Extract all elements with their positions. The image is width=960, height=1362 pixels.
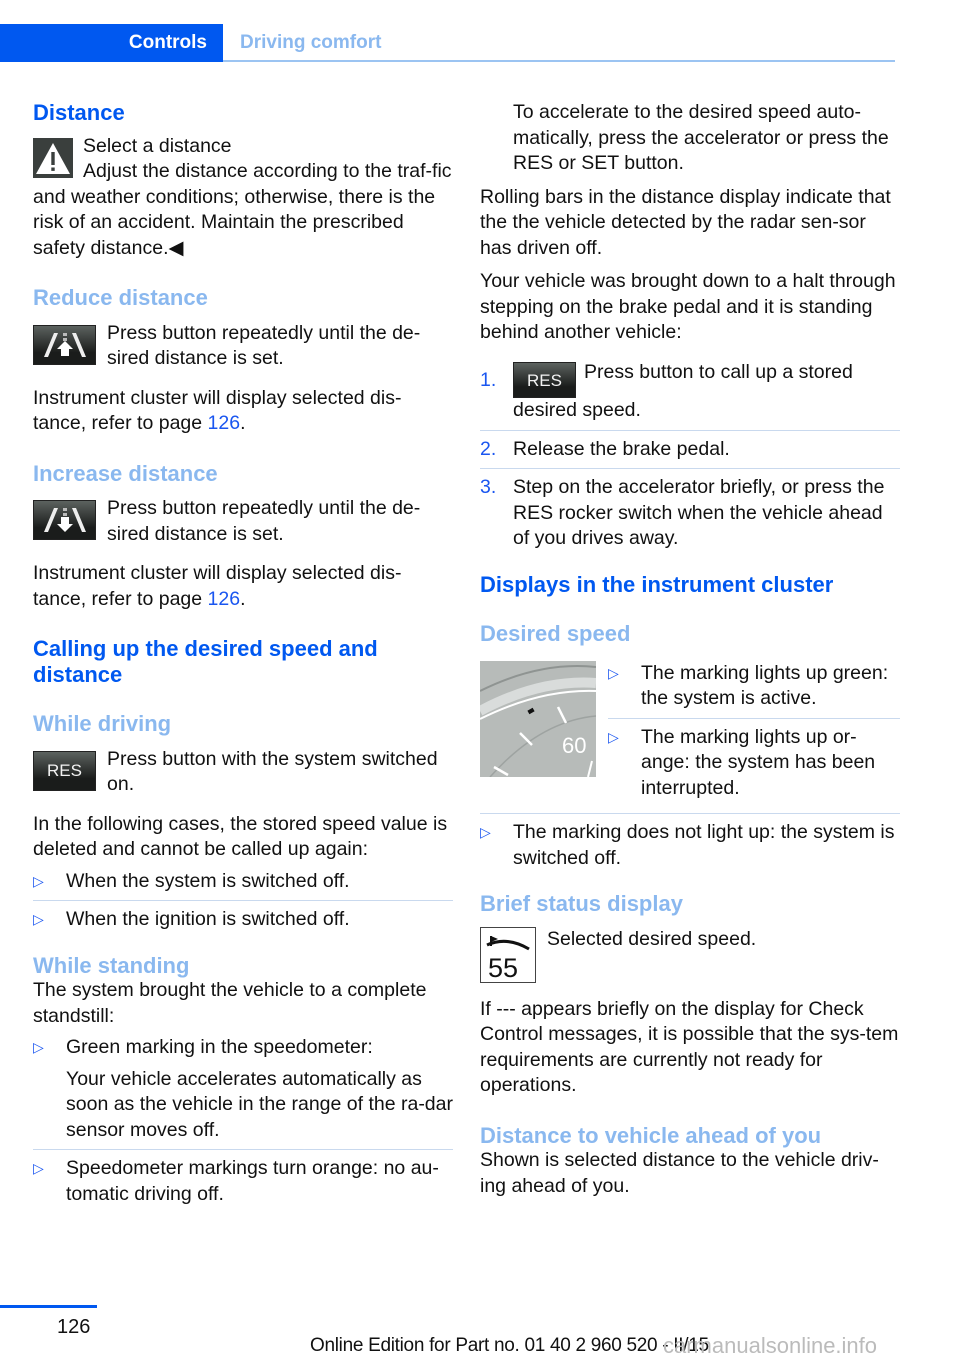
rolling-bars-text: Rolling bars in the distance display ind… — [480, 185, 891, 259]
step-item: 3. Step on the accelerator briefly, or pr… — [480, 468, 900, 552]
status-icon-value: 55 — [488, 953, 518, 982]
section-heading-calling-up: Calling up the desired speed and distanc… — [33, 636, 378, 687]
note-suffix: . — [240, 412, 246, 434]
triangle-bullet-icon: ▷ — [33, 1039, 44, 1055]
cases-intro: In the following cases, the stored speed… — [33, 812, 448, 861]
increase-distance-block: Press button repeatedly until the de-sir… — [33, 496, 453, 547]
brief-status-block: 55 Selected desired speed. — [480, 926, 900, 983]
while-standing-intro: The system brought the vehicle to a comp… — [33, 979, 427, 1027]
note-suffix: . — [240, 587, 246, 610]
list-item-text: The marking does not light up: the syste… — [513, 821, 895, 869]
list-item: ▷ The marking lights up green: the system… — [608, 661, 900, 712]
desired-speed-block: 60 ▷ The marking lights up green: the sys… — [480, 660, 900, 808]
res-button-icon: RES — [513, 362, 576, 399]
warning-block: Select a distance Adjust the distance ac… — [33, 134, 453, 262]
triangle-bullet-icon: ▷ — [33, 1160, 44, 1176]
right-column: To accelerate to the desired speed auto-… — [480, 100, 900, 1199]
desired-speed-list-cont: ▷ The marking does not light up: the syst… — [480, 813, 900, 871]
brief-status-note: If --- appears briefly on the display fo… — [480, 997, 899, 1097]
section-heading-distance-ahead: Distance to vehicle ahead of you — [480, 1122, 822, 1148]
speedometer-image: 60 — [480, 660, 596, 777]
brief-status-text: Selected desired speed. — [547, 927, 757, 950]
res-button-icon: RES — [33, 750, 96, 791]
list-item-text: When the system is switched off. — [66, 869, 350, 892]
step-number: 3. — [480, 476, 497, 499]
list-item-text: Green marking in the speedometer: — [66, 1036, 373, 1058]
section-heading-increase-distance: Increase distance — [33, 460, 218, 486]
list-item-text: The marking lights up green: the system … — [641, 661, 889, 710]
page-link[interactable]: 126 — [208, 412, 241, 434]
step-item: 1. RES Press button to call up a stored de… — [480, 360, 900, 424]
triangle-bullet-icon: ▷ — [33, 872, 44, 889]
standing-list: ▷ Green marking in the speedometer: Your v… — [33, 1035, 453, 1207]
triangle-bullet-icon: ▷ — [480, 824, 491, 841]
warning-title: Select a distance — [83, 134, 232, 157]
page-number: 126 — [57, 1316, 91, 1338]
triangle-bullet-icon: ▷ — [608, 728, 619, 745]
list-item: ▷ The marking lights up or-ange: the syst… — [608, 717, 900, 802]
warning-icon — [33, 137, 73, 178]
reduce-distance-note: Instrument cluster will display selected… — [33, 386, 453, 437]
reduce-distance-button-icon — [33, 324, 96, 365]
while-driving-text: Press button with the system switched on… — [107, 747, 438, 796]
triangle-bullet-icon: ▷ — [33, 911, 44, 927]
section-heading-desired-speed: Desired speed — [480, 621, 631, 647]
speedometer-graphic: 60 — [480, 660, 596, 777]
left-column: Distance Select a distance Adjust the di… — [33, 100, 453, 1213]
desired-speed-list: ▷ The marking lights up green: the system… — [608, 661, 900, 808]
step-number: 1. — [480, 368, 497, 391]
section-heading-while-driving: While driving — [33, 711, 172, 736]
section-heading-while-standing: While standing — [33, 952, 190, 978]
page-header: Controls Driving comfort — [0, 24, 895, 62]
increase-distance-text: Press button repeatedly until the de-sir… — [107, 497, 421, 545]
list-item-text: When the ignition is switched off. — [66, 908, 350, 930]
reduce-distance-block: Press button repeatedly until the de-sir… — [33, 321, 453, 372]
desired-speed-status-icon: 55 — [480, 926, 536, 983]
distance-ahead-text: Shown is selected distance to the vehicl… — [480, 1149, 879, 1197]
watermark: carmanualsonline.info — [663, 1333, 878, 1358]
list-item: ▷ When the system is switched off. — [33, 869, 453, 895]
increase-distance-button-icon — [33, 500, 96, 540]
list-item-text: Speedometer markings turn orange: no au-… — [66, 1157, 439, 1205]
warning-text: Adjust the distance according to the tra… — [33, 160, 452, 259]
list-item: ▷ The marking does not light up: the syst… — [480, 813, 900, 871]
increase-distance-note: Instrument cluster will display selected… — [33, 561, 453, 612]
step-number: 2. — [480, 437, 497, 460]
list-item: ▷ Speedometer markings turn orange: no au… — [33, 1149, 453, 1207]
halt-intro: Your vehicle was brought down to a halt … — [480, 270, 896, 343]
section-heading-reduce-distance: Reduce distance — [33, 285, 208, 310]
section-heading-displays: Displays in the instrument cluster — [480, 571, 834, 597]
speedometer-label: 60 — [562, 733, 586, 758]
list-item: ▷ When the ignition is switched off. — [33, 900, 453, 933]
triangle-bullet-icon: ▷ — [608, 664, 619, 681]
steps-list: 1. RES Press button to call up a stored de… — [480, 360, 900, 552]
reduce-distance-text: Press button repeatedly until the de-sir… — [107, 321, 421, 370]
step-text: Release the brake pedal. — [513, 437, 730, 460]
section-heading-brief-status: Brief status display — [480, 891, 683, 917]
edition-text: Online Edition for Part no. 01 40 2 960 … — [310, 1335, 709, 1356]
continued-text: To accelerate to the desired speed auto-… — [513, 101, 889, 174]
header-divider — [223, 60, 895, 62]
section-heading-distance: Distance — [33, 100, 125, 125]
step-item: 2. Release the brake pedal. — [480, 429, 900, 463]
tab-driving-comfort[interactable]: Driving comfort — [240, 24, 381, 60]
list-item-subtext: Your vehicle accelerates automatically a… — [66, 1067, 453, 1141]
tab-controls[interactable]: Controls — [0, 24, 223, 62]
cases-list: ▷ When the system is switched off. ▷ When … — [33, 869, 453, 933]
list-item: ▷ Green marking in the speedometer: Your v… — [33, 1035, 453, 1143]
while-driving-block: RES Press button with the system switche… — [33, 747, 453, 798]
page-link[interactable]: 126 — [208, 588, 241, 610]
footer-accent-line — [0, 1305, 97, 1308]
list-item-text: The marking lights up or-ange: the syste… — [641, 725, 876, 799]
step-text: Step on the accelerator briefly, or pres… — [513, 476, 885, 550]
